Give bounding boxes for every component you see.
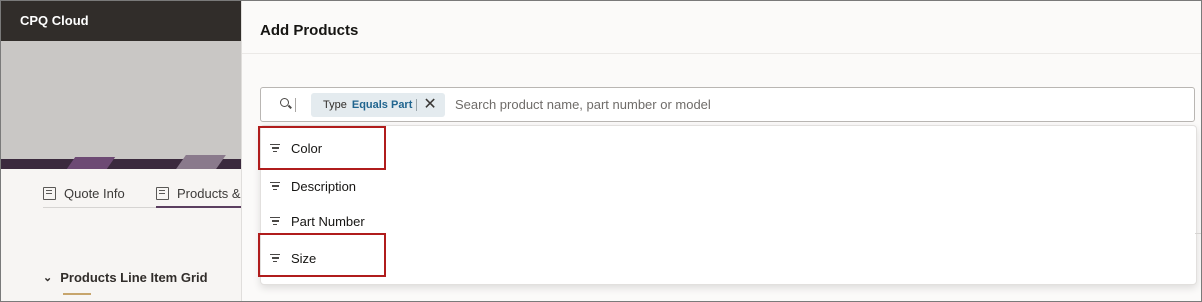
filter-chip-type[interactable]: Type Equals Part ✕: [311, 93, 445, 117]
option-label: Part Number: [291, 213, 365, 229]
active-tab-indicator: [156, 206, 241, 208]
app-title: CPQ Cloud: [20, 13, 89, 28]
tab-label: Quote Info: [64, 185, 125, 201]
search-input[interactable]: Search product name, part number or mode…: [455, 97, 711, 112]
tab-label: Products &: [177, 185, 241, 201]
search-divider: [295, 98, 296, 112]
close-icon[interactable]: ✕: [423, 97, 436, 113]
chevron-down-icon: ⌄: [43, 272, 53, 284]
option-part-number[interactable]: Part Number: [261, 204, 1196, 238]
filter-icon: [270, 217, 280, 225]
screenshot-frame: CPQ Cloud Quote Info Products & ⌄ Produc…: [0, 0, 1202, 302]
app-header: CPQ Cloud: [1, 1, 241, 41]
highlight-box-size: [258, 233, 386, 277]
option-size[interactable]: Size: [261, 241, 1196, 275]
highlight-box-color: [258, 126, 386, 170]
product-search-field[interactable]: Type Equals Part ✕ Search product name, …: [260, 87, 1195, 122]
option-label: Description: [291, 178, 357, 194]
drawer-header: Add Products: [242, 1, 1201, 54]
chip-divider: [416, 99, 418, 111]
grid-title: Products Line Item Grid: [60, 270, 208, 285]
quote-info-icon: [43, 186, 56, 200]
banner-accent: [66, 157, 116, 169]
option-description[interactable]: Description: [261, 169, 1196, 203]
drawer-divider: [1195, 233, 1201, 234]
filter-attribute-dropdown: Color Description Part Number Size: [260, 125, 1197, 285]
chip-field: Type: [323, 99, 347, 111]
grid-title-underline: [63, 293, 91, 295]
tab-products[interactable]: Products &: [156, 179, 241, 207]
filter-icon: [270, 182, 280, 190]
option-color[interactable]: Color: [261, 131, 1196, 165]
chip-value: Equals Part: [351, 99, 413, 111]
tab-quote-info[interactable]: Quote Info: [43, 179, 125, 207]
drawer-title: Add Products: [260, 22, 359, 39]
products-grid-toggle[interactable]: ⌄ Products Line Item Grid: [43, 270, 208, 285]
products-icon: [156, 186, 169, 200]
search-icon: [280, 98, 289, 107]
banner-image: [1, 41, 241, 169]
